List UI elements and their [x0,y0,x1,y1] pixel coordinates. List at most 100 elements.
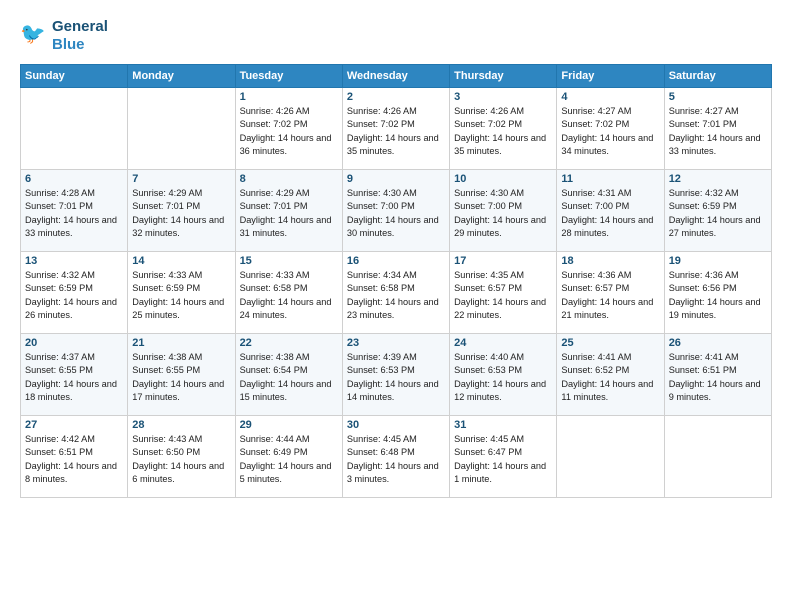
sunset-text: Sunset: 6:58 PM [347,283,415,293]
daylight-text: Daylight: 14 hours and 22 minutes. [454,297,546,320]
day-info: Sunrise: 4:41 AMSunset: 6:52 PMDaylight:… [561,351,659,404]
calendar-cell: 9Sunrise: 4:30 AMSunset: 7:00 PMDaylight… [342,170,449,252]
day-info: Sunrise: 4:34 AM Sunset: 6:58 PM Daylight:… [347,269,445,322]
day-info: Sunrise: 4:26 AMSunset: 7:02 PMDaylight:… [454,105,552,158]
day-number: 15 [240,255,338,267]
sunrise-text: Sunrise: 4:44 AM [240,434,310,444]
day-number: 13 [25,255,123,267]
sunrise-text: Sunrise: 4:45 AM [454,434,524,444]
day-info: Sunrise: 4:33 AMSunset: 6:58 PMDaylight:… [240,269,338,322]
daylight-text: Daylight: 14 hours and 8 minutes. [25,461,117,484]
sunset-text: Sunset: 6:58 PM [240,283,308,293]
day-info: Sunrise: 4:37 AMSunset: 6:55 PMDaylight:… [25,351,123,404]
calendar-day-header: Monday [128,65,235,88]
sunset-text: Sunset: 6:57 PM [454,283,522,293]
calendar-cell: 31Sunrise: 4:45 AMSunset: 6:47 PMDayligh… [450,416,557,498]
calendar-cell: 11Sunrise: 4:31 AMSunset: 7:00 PMDayligh… [557,170,664,252]
svg-text:🐦: 🐦 [20,23,46,46]
day-number: 30 [347,419,445,431]
sunrise-text: Sunrise: 4:29 AM [240,188,310,198]
sunrise-text: Sunrise: 4:36 AM [561,270,631,280]
day-info: Sunrise: 4:39 AMSunset: 6:53 PMDaylight:… [347,351,445,404]
day-info: Sunrise: 4:32 AMSunset: 6:59 PMDaylight:… [25,269,123,322]
sunset-text: Sunset: 7:02 PM [454,119,522,129]
day-number: 5 [669,91,767,103]
day-info: Sunrise: 4:45 AMSunset: 6:48 PMDaylight:… [347,433,445,486]
day-number: 20 [25,337,123,349]
day-info: Sunrise: 4:38 AMSunset: 6:55 PMDaylight:… [132,351,230,404]
day-number: 19 [669,255,767,267]
sunrise-text: Sunrise: 4:34 AM [347,270,417,280]
sunset-text: Sunset: 6:52 PM [561,365,629,375]
day-number: 12 [669,173,767,185]
calendar-cell: 16Sunrise: 4:34 AMSunset: 6:58 PMDayligh… [342,252,449,334]
daylight-text: Daylight: 14 hours and 25 minutes. [132,297,224,320]
logo: 🐦 General Blue [20,18,108,54]
sunset-text: Sunset: 6:53 PM [347,365,415,375]
calendar-cell: 1 Sunrise: 4:26 AMSunset: 7:02 PMDaylight… [235,88,342,170]
sunrise-text: Sunrise: 4:30 AM [347,188,417,198]
calendar-cell: 8Sunrise: 4:29 AMSunset: 7:01 PMDaylight… [235,170,342,252]
sunrise-text: Sunrise: 4:32 AM [669,188,739,198]
sunset-text: Sunset: 6:56 PM [669,283,737,293]
sunrise-text: Sunrise: 4:26 AM [240,106,310,116]
sunrise-text: Sunrise: 4:37 AM [25,352,95,362]
day-info: Sunrise: 4:28 AMSunset: 7:01 PMDaylight:… [25,187,123,240]
calendar-cell: 15 Sunrise: 4:33 AMSunset: 6:58 PMDayligh… [235,252,342,334]
day-number: 23 [347,337,445,349]
calendar-cell: 21Sunrise: 4:38 AMSunset: 6:55 PMDayligh… [128,334,235,416]
day-number: 17 [454,255,552,267]
calendar-cell: 12Sunrise: 4:32 AMSunset: 6:59 PMDayligh… [664,170,771,252]
sunrise-text: Sunrise: 4:31 AM [561,188,631,198]
sunrise-text: Sunrise: 4:26 AM [347,106,417,116]
sunset-text: Sunset: 7:02 PM [561,119,629,129]
sunrise-text: Sunrise: 4:32 AM [25,270,95,280]
daylight-text: Daylight: 14 hours and 23 minutes. [347,297,439,320]
sunset-text: Sunset: 6:57 PM [561,283,629,293]
calendar-day-header: Wednesday [342,65,449,88]
calendar-cell: 25Sunrise: 4:41 AMSunset: 6:52 PMDayligh… [557,334,664,416]
calendar-cell: 14Sunrise: 4:33 AMSunset: 6:59 PMDayligh… [128,252,235,334]
day-info: Sunrise: 4:43 AMSunset: 6:50 PMDaylight:… [132,433,230,486]
day-info: Sunrise: 4:44 AMSunset: 6:49 PMDaylight:… [240,433,338,486]
sunrise-text: Sunrise: 4:27 AM [561,106,631,116]
day-info: Sunrise: 4:38 AMSunset: 6:54 PMDaylight:… [240,351,338,404]
calendar-cell: 4Sunrise: 4:27 AMSunset: 7:02 PMDaylight… [557,88,664,170]
logo-icon: 🐦 [20,22,48,50]
daylight-text: Daylight: 14 hours and 31 minutes. [240,215,332,238]
day-number: 1 [240,91,338,103]
day-number: 9 [347,173,445,185]
day-number: 11 [561,173,659,185]
sunset-text: Sunset: 7:01 PM [669,119,737,129]
calendar-week-row: 1Sunrise: 4:26 AMSunset: 7:02 PMDaylight… [21,88,772,170]
calendar-week-row: 27Sunrise: 4:42 AMSunset: 6:51 PMDayligh… [21,416,772,498]
sunrise-text: Sunrise: 4:27 AM [669,106,739,116]
sunrise-text: Sunrise: 4:45 AM [347,434,417,444]
sunset-text: Sunset: 6:59 PM [25,283,93,293]
day-info: Sunrise: 4:36 AMSunset: 6:57 PMDaylight:… [561,269,659,322]
day-info: Sunrise: 4:26 AMSunset: 7:02 PMDaylight:… [240,105,338,158]
day-info: Sunrise: 4:27 AMSunset: 7:02 PMDaylight:… [561,105,659,158]
day-info: Sunrise: 4:40 AMSunset: 6:53 PMDaylight:… [454,351,552,404]
calendar-cell: 17Sunrise: 4:35 AMSunset: 6:57 PMDayligh… [450,252,557,334]
day-info: Sunrise: 4:36 AMSunset: 6:56 PMDaylight:… [669,269,767,322]
day-number: 3 [454,91,552,103]
calendar-day-header: Tuesday [235,65,342,88]
day-number: 24 [454,337,552,349]
daylight-text: Daylight: 14 hours and 32 minutes. [132,215,224,238]
calendar-cell: 2Sunrise: 4:26 AMSunset: 7:02 PMDaylight… [342,88,449,170]
daylight-text: Daylight: 14 hours and 33 minutes. [25,215,117,238]
sunrise-text: Sunrise: 4:36 AM [669,270,739,280]
daylight-text: Daylight: 14 hours and 6 minutes. [132,461,224,484]
calendar-cell: 6Sunrise: 4:28 AMSunset: 7:01 PMDaylight… [21,170,128,252]
sunset-text: Sunset: 6:51 PM [669,365,737,375]
logo-text: General Blue [52,18,108,54]
day-number: 22 [240,337,338,349]
sunrise-text: Sunrise: 4:30 AM [454,188,524,198]
daylight-text: Daylight: 14 hours and 36 minutes. [240,133,332,156]
day-info: Sunrise: 4:26 AMSunset: 7:02 PMDaylight:… [347,105,445,158]
sunset-text: Sunset: 7:02 PM [347,119,415,129]
sunrise-text: Sunrise: 4:41 AM [669,352,739,362]
day-number: 10 [454,173,552,185]
calendar-cell: 20 Sunrise: 4:37 AMSunset: 6:55 PMDayligh… [21,334,128,416]
